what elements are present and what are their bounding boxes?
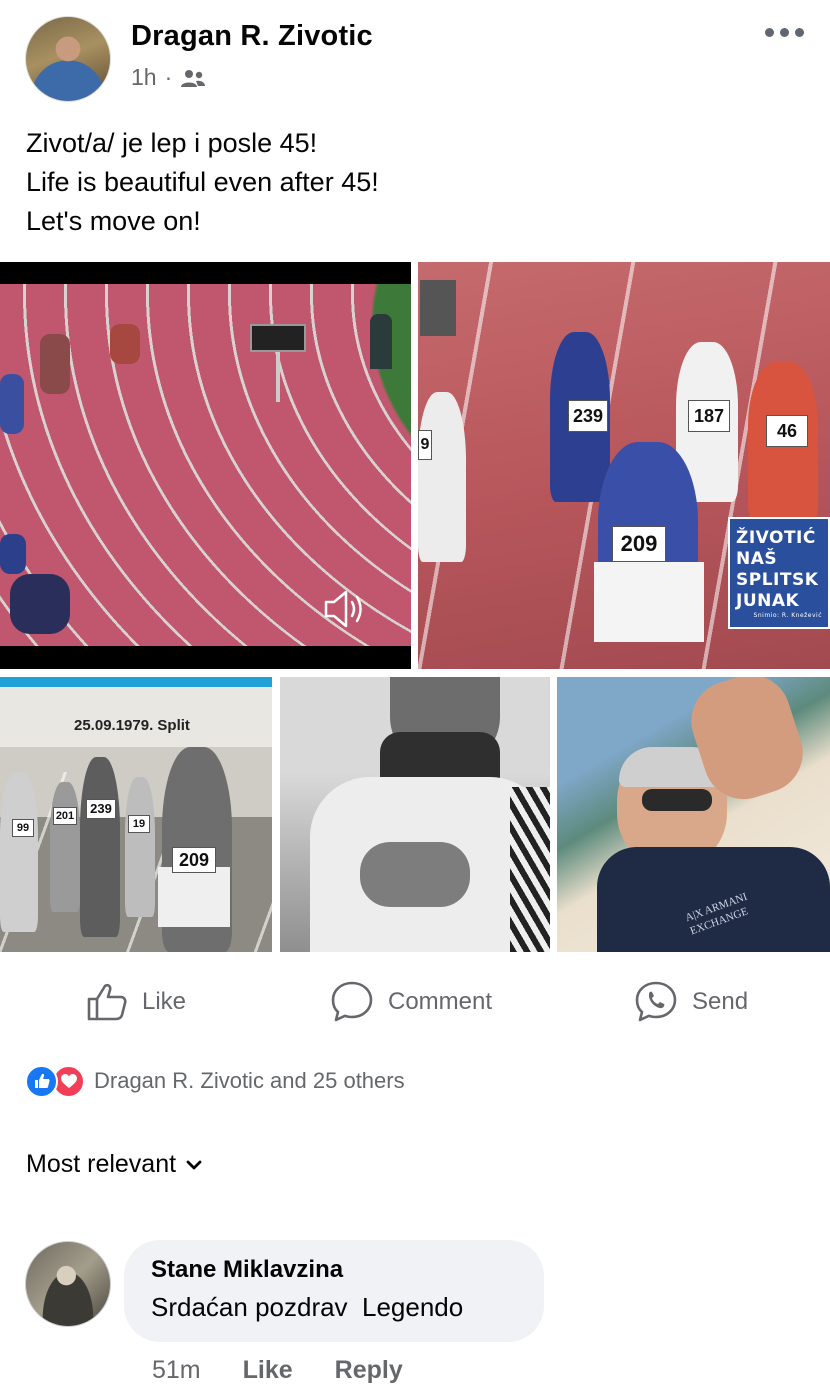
like-button[interactable]: Like (86, 980, 186, 1024)
photo-credit: Snimio: R. Knežević (753, 612, 822, 619)
post-text-line: Zivot/a/ je lep i posle 45! (26, 128, 318, 158)
post-text: Zivot/a/ je lep i posle 45! Life is beau… (26, 124, 806, 241)
race-bib: 209 (612, 526, 666, 562)
race-bib: 201 (53, 807, 77, 825)
race-bib: 187 (688, 400, 730, 432)
comment-like-button[interactable]: Like (243, 1356, 293, 1385)
sort-label: Most relevant (26, 1150, 177, 1178)
thumbs-up-icon (87, 983, 127, 1021)
comment-sort-dropdown[interactable]: Most relevant (26, 1150, 202, 1179)
commenter-avatar[interactable] (25, 1241, 111, 1327)
post-actions: Like Comment Send (0, 970, 830, 1034)
comment-button[interactable]: Comment (330, 980, 492, 1024)
post-text-line: Life is beautiful even after 45! (26, 167, 379, 197)
comment-time[interactable]: 51m (152, 1356, 201, 1385)
race-bib: 239 (86, 799, 116, 819)
race-bib: 99 (12, 819, 34, 837)
like-label: Like (142, 988, 187, 1015)
author-avatar[interactable] (25, 16, 111, 102)
post-text-line: Let's move on! (26, 206, 201, 236)
post-header: Dragan R. Zivotic 1h · (0, 0, 830, 110)
photo-date-caption: 25.09.1979. Split (74, 717, 190, 734)
headline-line: JUNAK (736, 591, 800, 611)
magazine-headline: ŽIVOTIĆ NAŠ SPLITSK JUNAK Snimio: R. Kne… (728, 517, 830, 629)
comment-bubble-icon (331, 981, 373, 1022)
post-meta: 1h · (131, 64, 206, 91)
race-bib: 239 (568, 400, 608, 432)
meta-separator: · (164, 64, 173, 90)
race-bib: 19 (128, 815, 150, 833)
friends-icon (181, 69, 206, 87)
send-button[interactable]: Send (634, 980, 748, 1024)
author-name[interactable]: Dragan R. Zivotic (131, 20, 373, 53)
comment-label: Comment (388, 988, 493, 1015)
race-bib: 9 (418, 430, 432, 460)
reactions-text: Dragan R. Zivotic and 25 others (94, 1068, 405, 1093)
comment-bubble: Stane Miklavzina Srdaćan pozdrav Legendo (124, 1240, 544, 1342)
like-reaction-icon (25, 1064, 58, 1098)
race-bib: 209 (172, 847, 216, 873)
photo-portrait[interactable] (280, 677, 550, 952)
race-bib: 46 (766, 415, 808, 447)
headline-line: ŽIVOTIĆ (736, 528, 816, 548)
send-label: Send (692, 988, 749, 1015)
photo-selfie[interactable]: A|X ARMANI EXCHANGE (557, 677, 830, 952)
post-time[interactable]: 1h (131, 64, 157, 91)
sound-icon[interactable] (322, 588, 368, 630)
chevron-down-icon (186, 1160, 202, 1169)
comment-meta: 51m Like Reply (152, 1356, 403, 1385)
reactions-summary[interactable]: Dragan R. Zivotic and 25 others (25, 1064, 405, 1098)
headline-line: NAŠ (736, 549, 778, 569)
commenter-name[interactable]: Stane Miklavzina (151, 1256, 517, 1284)
messenger-icon (635, 981, 677, 1022)
comment-reply-button[interactable]: Reply (335, 1356, 403, 1385)
more-options-icon[interactable] (765, 22, 809, 42)
comment-text: Srdaćan pozdrav Legendo (151, 1292, 464, 1322)
headline-line: SPLITSK (736, 570, 819, 590)
